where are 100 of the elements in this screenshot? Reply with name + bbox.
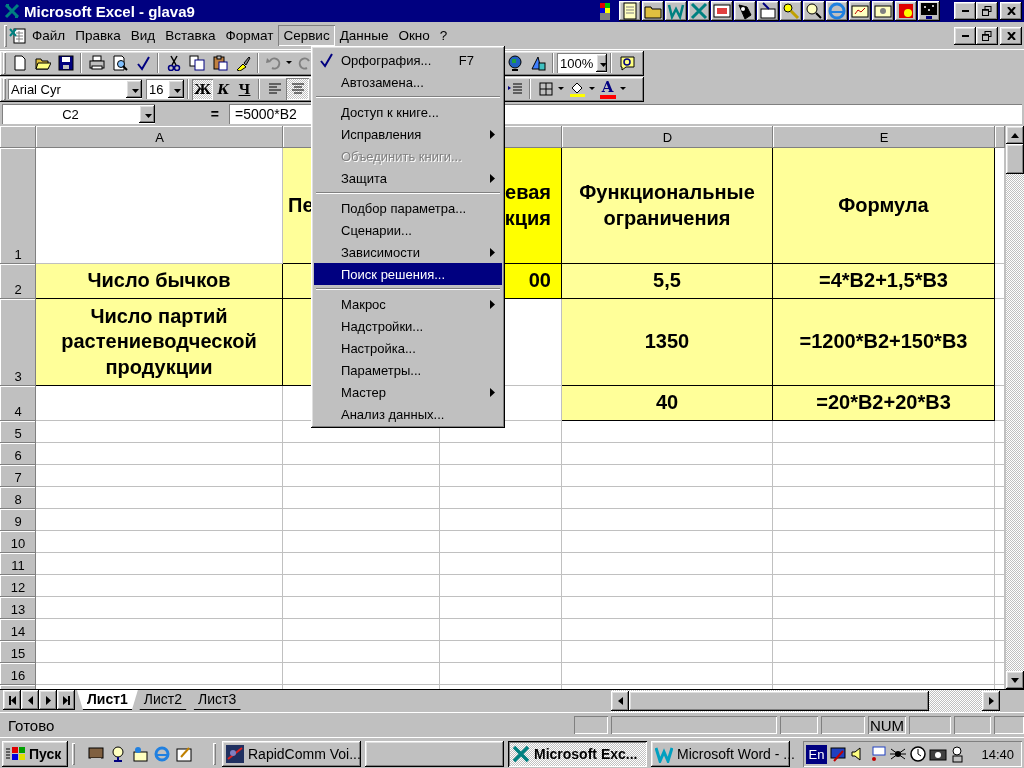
column-header[interactable] — [995, 126, 1005, 148]
shortcut-button[interactable] — [895, 1, 917, 21]
row-header[interactable]: 4 — [0, 386, 36, 421]
menu-item[interactable]: Параметры... — [314, 359, 502, 381]
row-header[interactable]: 16 — [0, 663, 36, 685]
column-header[interactable]: A — [36, 126, 283, 148]
shortcut-button[interactable] — [757, 1, 779, 21]
menu-item[interactable]: Мастер — [314, 381, 502, 403]
borders-icon[interactable] — [537, 81, 554, 97]
column-header[interactable]: D — [562, 126, 773, 148]
horizontal-scrollbar[interactable] — [611, 690, 1000, 712]
menu-item[interactable]: Файл — [27, 25, 71, 46]
menu-item[interactable]: Сервис — [278, 25, 335, 46]
scroll-left-button[interactable] — [611, 691, 629, 711]
shortcut-button[interactable] — [780, 1, 802, 21]
scroll-up-button[interactable] — [1006, 126, 1024, 144]
shortcut-button[interactable] — [619, 1, 641, 21]
next-sheet-button[interactable] — [39, 690, 57, 710]
menu-item[interactable]: Настройка... — [314, 337, 502, 359]
tray-icon[interactable] — [869, 745, 888, 763]
scroll-right-button[interactable] — [982, 691, 1000, 711]
font-color-button[interactable]: A — [598, 79, 617, 99]
shortcut-button[interactable] — [711, 1, 733, 21]
last-sheet-button[interactable] — [57, 690, 75, 710]
windows-flag-icon[interactable] — [599, 1, 611, 21]
taskbar-button[interactable]: RapidComm Voi... — [222, 741, 361, 767]
new-document-icon[interactable] — [11, 55, 28, 71]
row-header[interactable]: 7 — [0, 465, 36, 487]
sheet-tab[interactable]: Лист1 — [77, 690, 138, 710]
row-header[interactable]: 15 — [0, 641, 36, 663]
quick-launch-icon[interactable] — [109, 745, 127, 763]
menu-item[interactable]: Данные — [334, 25, 394, 46]
scroll-thumb[interactable] — [629, 691, 929, 711]
scissors-icon[interactable] — [165, 55, 182, 71]
quick-launch-icon[interactable] — [131, 745, 149, 763]
menu-item[interactable]: Доступ к книге... — [314, 101, 502, 123]
row-header[interactable]: 11 — [0, 553, 36, 575]
row-header[interactable]: 1 — [0, 148, 36, 264]
vertical-scrollbar[interactable] — [1005, 126, 1024, 689]
shortcut-button[interactable] — [803, 1, 825, 21]
row-header[interactable]: 3 — [0, 299, 36, 386]
row-header[interactable]: 5 — [0, 421, 36, 443]
caret-icon[interactable] — [557, 85, 565, 93]
tray-icon[interactable] — [909, 745, 928, 763]
caret-icon[interactable] — [619, 85, 627, 93]
taskbar-button[interactable] — [365, 741, 504, 767]
paint-bucket-icon[interactable] — [568, 81, 585, 97]
scroll-thumb[interactable] — [1006, 144, 1024, 174]
italic-button[interactable]: К — [213, 78, 234, 100]
shortcut-button[interactable] — [849, 1, 871, 21]
first-sheet-button[interactable] — [3, 690, 21, 710]
column-header[interactable]: E — [773, 126, 995, 148]
taskbar-button[interactable]: Microsoft Exc... — [508, 741, 647, 767]
save-icon[interactable] — [57, 55, 74, 71]
close-button[interactable] — [1000, 26, 1022, 45]
globe-icon[interactable] — [506, 55, 523, 71]
menu-item[interactable]: Автозамена... — [314, 71, 502, 93]
menu-item[interactable]: Надстройки... — [314, 315, 502, 337]
menu-item[interactable]: Правка — [70, 25, 126, 46]
shortcut-button[interactable] — [872, 1, 894, 21]
zoom-field[interactable]: 100% — [557, 53, 607, 73]
help-icon[interactable] — [618, 55, 635, 71]
row-header[interactable]: 14 — [0, 619, 36, 641]
minimize-button[interactable] — [954, 26, 976, 45]
restore-button[interactable] — [976, 26, 998, 45]
shortcut-button[interactable] — [642, 1, 664, 21]
print-preview-icon[interactable] — [111, 55, 128, 71]
menu-item[interactable]: Окно — [393, 25, 435, 46]
menu-item[interactable]: Вставка — [160, 25, 221, 46]
row-header[interactable]: 6 — [0, 443, 36, 465]
row-header[interactable]: 12 — [0, 575, 36, 597]
row-header[interactable]: 13 — [0, 597, 36, 619]
spell-check-icon[interactable] — [134, 55, 151, 71]
name-box[interactable]: C2 — [2, 104, 155, 124]
menu-item[interactable]: Анализ данных... — [314, 403, 502, 425]
underline-button[interactable]: Ч — [234, 78, 255, 100]
open-folder-icon[interactable] — [34, 55, 51, 71]
paste-icon[interactable] — [211, 55, 228, 71]
menu-item[interactable]: Формат — [220, 25, 279, 46]
font-field[interactable]: Arial Cyr — [8, 79, 142, 99]
copy-icon[interactable] — [188, 55, 205, 71]
indent-icon[interactable] — [506, 81, 523, 97]
shortcut-button[interactable] — [826, 1, 848, 21]
shortcut-button[interactable] — [688, 1, 710, 21]
close-button[interactable] — [1000, 2, 1022, 20]
select-all-button[interactable] — [0, 126, 36, 148]
font-size-field[interactable]: 16 — [146, 79, 184, 99]
align-button[interactable] — [286, 78, 309, 100]
tray-icon[interactable] — [829, 745, 848, 763]
restore-button[interactable] — [976, 2, 998, 20]
menu-item[interactable]: Вид — [125, 25, 161, 46]
shapes-icon[interactable] — [529, 55, 546, 71]
start-button[interactable]: Пуск — [2, 741, 68, 767]
shortcut-button[interactable] — [734, 1, 756, 21]
scroll-down-button[interactable] — [1006, 671, 1024, 689]
menu-item[interactable]: Орфография... F7 — [314, 49, 502, 71]
caret-icon[interactable] — [285, 59, 293, 67]
brush-icon[interactable] — [234, 55, 251, 71]
menu-item[interactable]: Исправления — [314, 123, 502, 145]
bold-button[interactable]: Ж — [192, 78, 213, 100]
